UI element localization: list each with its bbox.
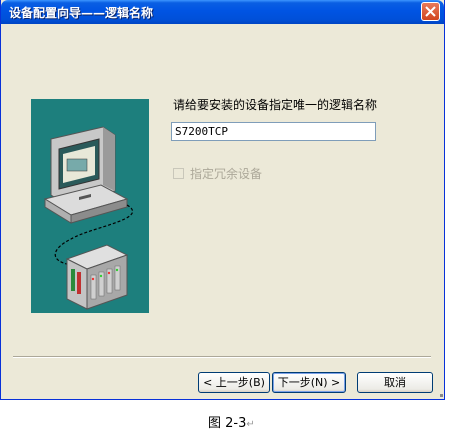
cancel-button[interactable]: 取消 — [357, 372, 433, 393]
caption-text: 图 2-3 — [208, 416, 247, 431]
logical-name-input[interactable] — [171, 122, 376, 141]
computer-illustration-icon — [43, 126, 129, 224]
logical-name-prompt: 请给要安装的设备指定唯一的逻辑名称 — [173, 98, 378, 112]
redundant-device-checkbox — [173, 168, 184, 179]
wizard-dialog: 设备配置向导——逻辑名称 请给要安装的设备指定唯一的逻辑名称 S7200TCP … — [0, 0, 445, 400]
figure-caption: 图 2-3↵ — [208, 412, 255, 431]
close-icon — [425, 6, 436, 17]
next-button[interactable]: 下一步(N) > — [272, 372, 346, 393]
resize-grip — [440, 394, 443, 397]
window-title: 设备配置向导——逻辑名称 — [9, 6, 154, 20]
paragraph-mark: ↵ — [246, 419, 255, 430]
wizard-illustration — [31, 99, 149, 313]
back-button[interactable]: < 上一步(B) — [198, 372, 270, 393]
plc-rack-icon — [65, 244, 129, 310]
redundant-device-label: 指定冗余设备 — [190, 167, 263, 181]
redundant-device-option: 指定冗余设备 — [173, 165, 262, 182]
close-button[interactable] — [421, 2, 440, 21]
button-separator — [13, 356, 431, 358]
title-bar[interactable]: 设备配置向导——逻辑名称 — [1, 0, 444, 24]
